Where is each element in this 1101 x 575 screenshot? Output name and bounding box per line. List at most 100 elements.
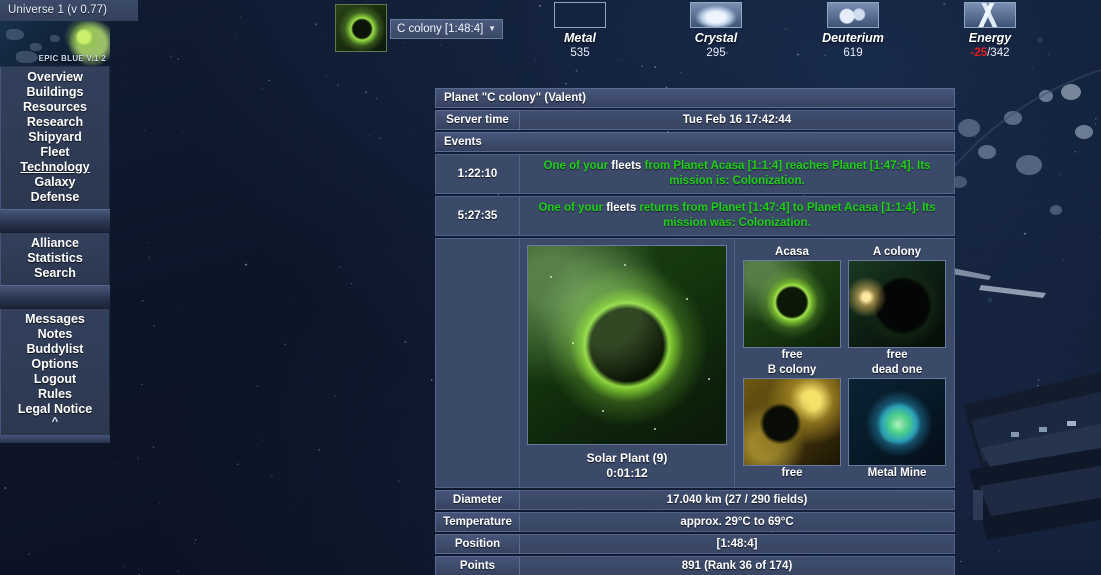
planet-status[interactable]: free <box>848 348 946 363</box>
planet-status[interactable]: free <box>743 348 841 363</box>
server-time-row: Server time Tue Feb 16 17:42:44 <box>435 110 955 130</box>
events-header: Events <box>435 132 955 152</box>
planet-dead-one-thumb[interactable] <box>848 378 946 466</box>
planet-grid: Acasa free A colony free B colony free d… <box>735 238 955 488</box>
stat-label: Points <box>435 556 520 575</box>
planet-grid-row: Acasa free A colony free <box>743 245 946 363</box>
planet-status[interactable]: free <box>743 466 841 481</box>
event-time: 1:22:10 <box>435 154 520 194</box>
resource-metal-value: 535 <box>570 47 590 59</box>
planet-name[interactable]: Acasa <box>743 245 841 260</box>
nav-group-account: Messages Notes Buddylist Options Logout … <box>0 309 110 435</box>
planet-overview-panel: Planet "C colony" (Valent) Server time T… <box>435 88 955 575</box>
deuterium-icon <box>827 2 879 28</box>
panel-title-row: Planet "C colony" (Valent) <box>435 88 955 108</box>
sidebar-item-alliance[interactable]: Alliance <box>1 236 109 251</box>
asteroid-field-scene <box>951 69 1101 540</box>
sidebar-item-defense[interactable]: Defense <box>1 190 109 205</box>
main-planet-cell: Solar Plant (9) 0:01:12 <box>520 238 735 488</box>
sidebar-item-rules[interactable]: Rules <box>1 387 109 402</box>
resource-deuterium: Deuterium 619 <box>793 2 913 59</box>
event-fleet-link[interactable]: fleets <box>611 160 641 172</box>
planet-stats-table: Diameter 17.040 km (27 / 290 fields) Tem… <box>435 490 955 575</box>
build-queue-timer: 0:01:12 <box>606 466 648 480</box>
crystal-icon <box>690 2 742 28</box>
planet-name[interactable]: A colony <box>848 245 946 260</box>
sidebar-item-options[interactable]: Options <box>1 357 109 372</box>
sidebar-item-shipyard[interactable]: Shipyard <box>1 130 109 145</box>
planet-card-dead-one: dead one Metal Mine <box>848 363 946 481</box>
capital-ship <box>963 372 1101 540</box>
metal-icon <box>554 2 606 28</box>
resource-energy-current: -25 <box>970 47 988 59</box>
sidebar-item-research[interactable]: Research <box>1 115 109 130</box>
sidebar-item-resources[interactable]: Resources <box>1 100 109 115</box>
resource-metal-label: Metal <box>564 31 596 45</box>
sidebar-item-overview[interactable]: Overview <box>1 70 109 85</box>
chevron-down-icon: ▼ <box>488 24 496 33</box>
sidebar-item-fleet[interactable]: Fleet <box>1 145 109 160</box>
resource-crystal-label: Crystal <box>694 31 738 45</box>
event-fleet-link[interactable]: fleets <box>606 202 636 214</box>
sidebar-banner: EPIC BLUE V.1 2 <box>0 21 110 67</box>
resource-topbar: C colony [1:48:4] ▼ Metal 535 Crystal 29… <box>0 0 1101 62</box>
stat-value: 17.040 km (27 / 290 fields) <box>520 490 955 510</box>
sidebar-item-search[interactable]: Search <box>1 266 109 281</box>
server-time-label: Server time <box>435 110 520 130</box>
resource-energy-label: Energy <box>968 31 1012 45</box>
current-planet-thumbnail[interactable] <box>335 4 387 52</box>
stat-value: [1:48:4] <box>520 534 955 554</box>
sidebar-item-logout[interactable]: Logout <box>1 372 109 387</box>
build-queue-caption: Solar Plant (9) 0:01:12 <box>587 451 668 481</box>
asteroid-belt <box>951 69 1101 215</box>
planet-card-a-colony: A colony free <box>848 245 946 363</box>
planet-card-b-colony: B colony free <box>743 363 841 481</box>
sidebar-item-notes[interactable]: Notes <box>1 327 109 342</box>
sidebar-item-legal-notice[interactable]: Legal Notice <box>1 402 109 417</box>
stat-label: Temperature <box>435 512 520 532</box>
table-row: Diameter 17.040 km (27 / 290 fields) <box>435 490 955 510</box>
event-row: 5:27:35 One of your fleets returns from … <box>435 196 955 236</box>
event-row: 1:22:10 One of your fleets from Planet A… <box>435 154 955 194</box>
event-text-pre: One of your <box>538 202 607 214</box>
resource-metal: Metal 535 <box>520 2 640 59</box>
event-message: One of your fleets returns from Planet [… <box>520 196 955 236</box>
resource-energy-max: /342 <box>987 47 1010 59</box>
page-title: Planet "C colony" (Valent) <box>435 88 955 108</box>
planet-status[interactable]: Metal Mine <box>848 466 946 481</box>
sidebar-divider-2 <box>0 285 110 309</box>
left-sidebar: Universe 1 (v 0.77) EPIC BLUE V.1 2 Over… <box>0 0 138 443</box>
event-text-post: from Planet Acasa [1:1:4] reaches Planet… <box>641 160 931 187</box>
nav-group-social: Alliance Statistics Search <box>0 233 110 285</box>
sidebar-item-buildings[interactable]: Buildings <box>1 85 109 100</box>
planet-acasa-thumb[interactable] <box>743 260 841 348</box>
server-time-value: Tue Feb 16 17:42:44 <box>520 110 955 130</box>
planet-b-colony-thumb[interactable] <box>743 378 841 466</box>
event-message: One of your fleets from Planet Acasa [1:… <box>520 154 955 194</box>
event-text-pre: One of your <box>543 160 612 172</box>
planet-grid-row: B colony free dead one Metal Mine <box>743 363 946 481</box>
stat-label: Position <box>435 534 520 554</box>
nav-group-primary: Overview Buildings Resources Research Sh… <box>0 67 110 209</box>
stat-label: Diameter <box>435 490 520 510</box>
sidebar-item-buddylist[interactable]: Buddylist <box>1 342 109 357</box>
sidebar-item-messages[interactable]: Messages <box>1 312 109 327</box>
resource-energy-value: -25/342 <box>930 47 1050 59</box>
sidebar-collapse-caret-icon[interactable]: ^ <box>1 417 109 431</box>
resource-crystal: Crystal 295 <box>656 2 776 59</box>
planet-name[interactable]: B colony <box>743 363 841 378</box>
planet-selector-value: C colony [1:48:4] <box>397 23 484 35</box>
planet-selector-dropdown[interactable]: C colony [1:48:4] ▼ <box>390 19 503 39</box>
planet-name[interactable]: dead one <box>848 363 946 378</box>
planet-a-colony-thumb[interactable] <box>848 260 946 348</box>
resource-deuterium-value: 619 <box>843 47 863 59</box>
sidebar-item-statistics[interactable]: Statistics <box>1 251 109 266</box>
sidebar-item-technology[interactable]: Technology <box>1 160 109 175</box>
resource-deuterium-label: Deuterium <box>822 31 884 45</box>
event-time: 5:27:35 <box>435 196 520 236</box>
planet-card-acasa: Acasa free <box>743 245 841 363</box>
stat-value: 891 (Rank 36 of 174) <box>520 556 955 575</box>
resource-crystal-value: 295 <box>706 47 726 59</box>
sidebar-item-galaxy[interactable]: Galaxy <box>1 175 109 190</box>
planet-c-colony-image[interactable] <box>527 245 727 445</box>
